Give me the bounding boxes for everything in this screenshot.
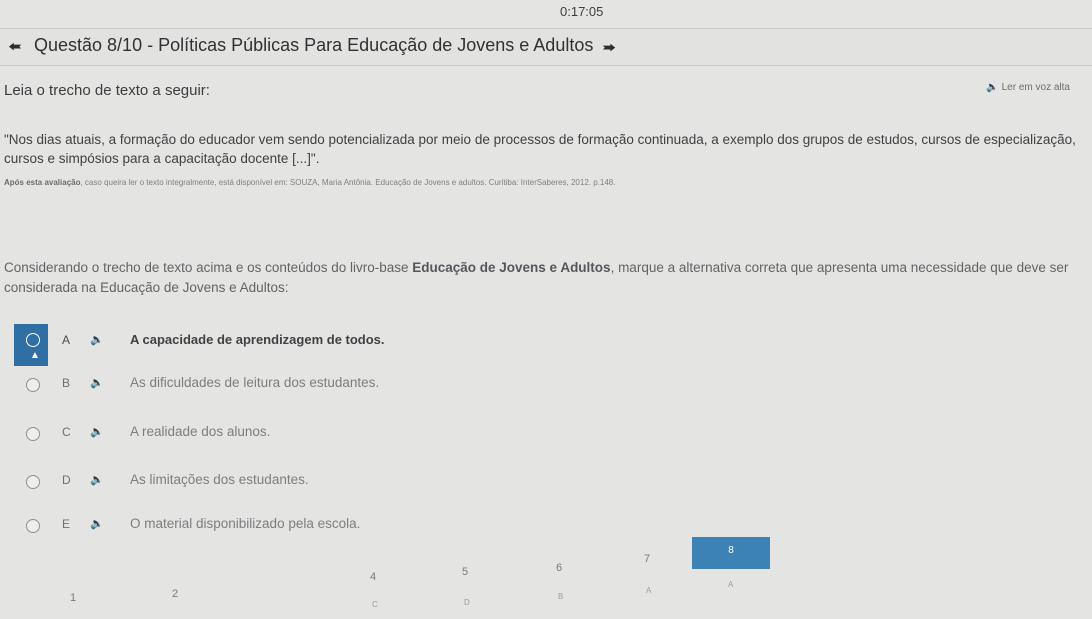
speaker-icon[interactable]: 🔈 (90, 333, 104, 346)
option-a[interactable]: ▲ A 🔈 A capacidade de aprendizagem de to… (14, 324, 718, 366)
option-letter: B (62, 376, 71, 390)
pager-question-2[interactable]: 2 (172, 588, 178, 600)
option-text: A realidade dos alunos. (130, 424, 271, 439)
option-text: As dificuldades de leitura dos estudante… (130, 375, 380, 390)
pager-question-1[interactable]: 1 (70, 592, 76, 604)
option-b[interactable]: B 🔈 As dificuldades de leitura dos estud… (18, 373, 718, 397)
option-letter: A (62, 333, 71, 347)
radio-b[interactable] (26, 378, 40, 392)
radio-d[interactable] (26, 475, 40, 489)
question-prompt: Considerando o trecho de texto acima e o… (4, 258, 1088, 298)
pager-answer-5: D (464, 598, 470, 607)
pager-question-5[interactable]: 5 (462, 566, 468, 578)
source-lead: Após esta avaliação (4, 178, 81, 187)
pager-question-6[interactable]: 6 (556, 562, 562, 574)
pager-answer-6: B (558, 592, 564, 601)
read-aloud-button[interactable]: 🔈 Ler em voz alta (986, 82, 1070, 93)
radio-c[interactable] (26, 427, 40, 441)
source-citation: Após esta avaliação, caso queira ler o t… (4, 178, 1088, 187)
option-letter: D (62, 473, 71, 487)
option-text: As limitações dos estudantes. (130, 472, 309, 487)
speaker-icon[interactable]: 🔈 (90, 376, 104, 389)
option-letter: C (62, 425, 71, 439)
speaker-icon[interactable]: 🔈 (90, 425, 104, 438)
cursor-icon: ▲ (30, 350, 40, 361)
question-header: 🢘 Questão 8/10 - Políticas Públicas Para… (0, 28, 1092, 66)
pager-answer-4: C (372, 600, 378, 609)
instruction-text: Leia o trecho de texto a seguir: (4, 82, 210, 99)
pager-answer-7: A (646, 586, 652, 595)
pager-question-4[interactable]: 4 (370, 571, 376, 583)
option-c[interactable]: C 🔈 A realidade dos alunos. (18, 422, 718, 446)
pager-question-7[interactable]: 7 (644, 553, 650, 565)
pager-current-num: 8 (728, 545, 734, 556)
option-text: A capacidade de aprendizagem de todos. (130, 332, 385, 347)
speaker-icon[interactable]: 🔈 (90, 473, 104, 486)
option-text: O material disponibilizado pela escola. (130, 516, 361, 531)
speaker-icon: 🔈 (986, 82, 999, 93)
source-text: , caso queira ler o texto integralmente,… (80, 178, 616, 187)
option-e[interactable]: E 🔈 O material disponibilizado pela esco… (18, 514, 718, 538)
option-d[interactable]: D 🔈 As limitações dos estudantes. (18, 470, 718, 494)
timer: 0:17:05 (560, 4, 604, 19)
read-aloud-label: Ler em voz alta (1001, 82, 1070, 93)
prompt-before: Considerando o trecho de texto acima e o… (4, 260, 413, 275)
prompt-book: Educação de Jovens e Adultos (412, 260, 611, 275)
arrow-left-icon[interactable]: 🢘 (8, 35, 22, 65)
radio-a[interactable] (26, 333, 40, 347)
radio-e[interactable] (26, 519, 40, 533)
question-title: Questão 8/10 - Políticas Públicas Para E… (34, 35, 594, 55)
pager-answer-8: A (728, 580, 734, 589)
option-letter: E (62, 517, 71, 531)
quote-text: "Nos dias atuais, a formação do educador… (4, 132, 1076, 166)
arrow-right-icon[interactable]: 🢚 (602, 36, 616, 66)
pager-question-8-current[interactable]: 8 (692, 537, 770, 569)
speaker-icon[interactable]: 🔈 (90, 517, 104, 530)
